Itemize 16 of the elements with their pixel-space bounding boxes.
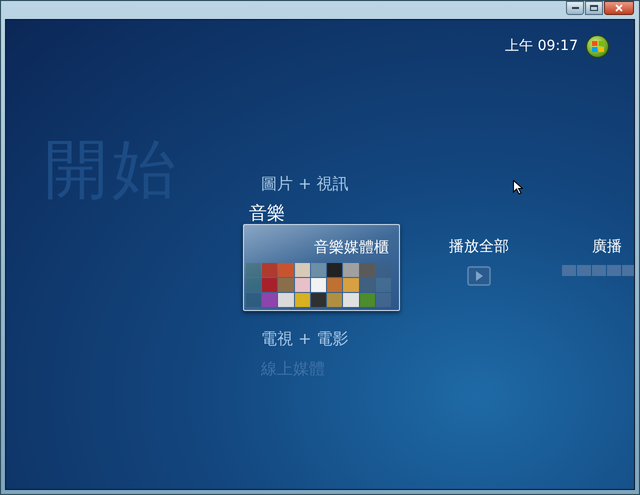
clock: 上午 09:17 — [505, 37, 578, 56]
menu-category[interactable]: 音樂 — [249, 204, 285, 224]
play-icon — [467, 266, 491, 286]
close-icon — [615, 4, 623, 12]
start-logo-button[interactable] — [586, 35, 609, 58]
music-library-tile[interactable]: 音樂媒體櫃 — [243, 224, 400, 311]
mouse-pointer-icon — [513, 180, 523, 195]
close-button[interactable] — [604, 1, 634, 15]
play-all-tile[interactable]: 播放全部 — [420, 224, 538, 311]
four-color-flag-icon — [592, 41, 604, 52]
menu-category[interactable]: 電視 + 電影 — [261, 329, 349, 349]
radio-station-bar-drawing — [562, 265, 634, 276]
menu-category[interactable]: 圖片 + 視訊 — [261, 174, 349, 194]
maximize-button[interactable] — [585, 1, 603, 15]
minimize-button[interactable] — [566, 1, 584, 15]
radio-tile[interactable]: 廣播 — [562, 224, 634, 311]
